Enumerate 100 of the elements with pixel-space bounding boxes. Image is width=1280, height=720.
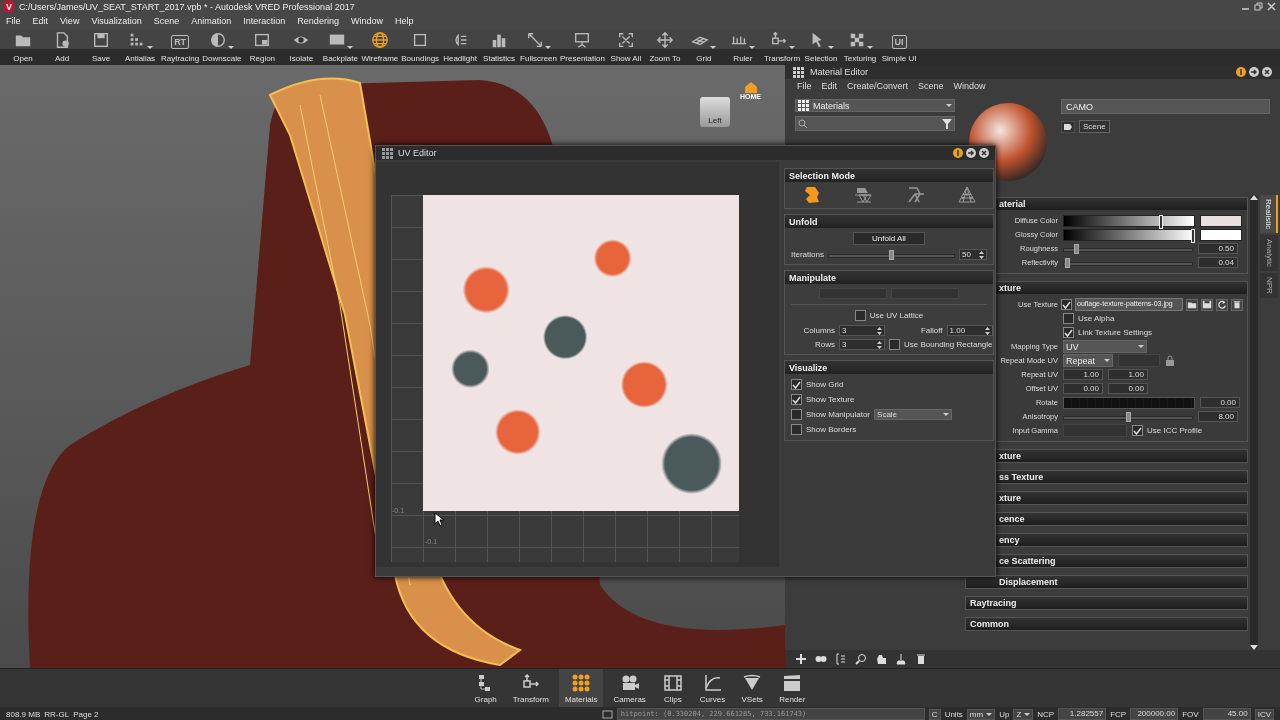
save-button[interactable] [1201, 298, 1213, 311]
mesh-cluster-icon[interactable] [853, 185, 873, 205]
double-circle-icon[interactable] [815, 653, 827, 665]
plus-icon[interactable] [795, 653, 807, 665]
toolbar-button[interactable]: Wireframe [360, 29, 400, 65]
toolbar-button[interactable]: Transform [762, 29, 802, 65]
section-header[interactable]: Raytracing [966, 597, 1247, 609]
checkbox[interactable] [791, 424, 802, 435]
checkbox[interactable] [889, 339, 900, 350]
color-swatch[interactable] [1200, 214, 1242, 227]
close-icon[interactable] [1267, 2, 1276, 11]
menu-item[interactable]: File [6, 16, 21, 26]
checkbox[interactable] [791, 409, 802, 420]
checkbox[interactable] [791, 379, 802, 390]
dock-button[interactable]: Clips [655, 669, 690, 707]
pin-icon[interactable] [953, 148, 963, 158]
toolbar-button[interactable]: Headlight [441, 29, 480, 65]
side-tab[interactable]: Analytic [1260, 235, 1278, 272]
slider-thumb[interactable] [1074, 243, 1079, 254]
spin-box[interactable]: 50 [959, 249, 987, 260]
menu-item[interactable]: Scene [918, 81, 944, 91]
slider-thumb[interactable] [1064, 257, 1070, 268]
toolbar-button[interactable]: Add [43, 29, 81, 65]
color-swatch[interactable] [1200, 228, 1242, 241]
dropdown[interactable]: Scale [874, 409, 953, 420]
pin-icon[interactable] [1236, 67, 1246, 77]
value-field[interactable]: 0.00 [1108, 383, 1148, 394]
menu-item[interactable]: View [60, 16, 80, 26]
checkbox[interactable] [1132, 425, 1143, 436]
checkbox[interactable] [1061, 299, 1072, 310]
bracket-icon[interactable] [835, 653, 847, 665]
toolbar-button[interactable]: Show All [606, 29, 645, 65]
value-field[interactable]: 1.282557 [1058, 708, 1107, 720]
library-dropdown[interactable]: Materials [795, 99, 955, 112]
tag-icon[interactable] [1061, 120, 1075, 133]
scene-button[interactable]: Scene [1079, 120, 1110, 133]
toolbar-button[interactable]: RT Raytracing [160, 29, 201, 65]
scrollbar[interactable] [1250, 195, 1258, 650]
slider-track[interactable] [827, 249, 955, 260]
menu-item[interactable]: Visualization [91, 16, 142, 26]
dropdown[interactable]: Z [1013, 708, 1034, 720]
dropdown[interactable]: Repeat [1063, 354, 1113, 367]
toolbar-button[interactable]: Fullscreen [519, 29, 558, 65]
spin-box[interactable]: 3 [839, 325, 885, 336]
dock-button[interactable]: Render [773, 669, 812, 707]
dock-button[interactable]: Graph [468, 669, 503, 707]
color-slider[interactable] [1063, 228, 1195, 241]
zoom-icon[interactable] [855, 653, 867, 665]
menu-item[interactable]: Window [350, 16, 383, 26]
close-icon[interactable] [979, 148, 989, 158]
toolbar-button[interactable]: Texturing [841, 29, 880, 65]
toolbar-button[interactable]: Boundings [400, 29, 441, 65]
rotation-dial[interactable] [1063, 396, 1195, 409]
edge-mesh-icon[interactable] [905, 185, 925, 205]
value-field[interactable]: 0.04 [1198, 257, 1238, 268]
view-cube[interactable]: Left [700, 97, 730, 127]
toolbar-button[interactable]: Antialias [121, 29, 159, 65]
arrow-icon[interactable] [1249, 67, 1259, 77]
slider-thumb[interactable] [889, 249, 895, 260]
toolbar-button[interactable]: Statistics [480, 29, 519, 65]
value-field[interactable]: 200000.00 [1130, 708, 1179, 720]
section-header[interactable]: Displacement [966, 576, 1247, 588]
close-icon[interactable] [1262, 67, 1272, 77]
delete-button[interactable] [1231, 298, 1243, 311]
value-field[interactable]: 8.00 [1198, 411, 1238, 422]
menu-item[interactable]: Interaction [243, 16, 286, 26]
toolbar-button[interactable]: Grid [684, 29, 723, 65]
checkbox[interactable] [1063, 327, 1074, 338]
toolbar-button[interactable]: Ruler [723, 29, 762, 65]
dock-button[interactable]: Transform [506, 669, 555, 707]
reload-button[interactable] [1216, 298, 1228, 311]
slider-track[interactable] [1063, 257, 1193, 268]
value-field[interactable]: 0.00 [1200, 397, 1240, 408]
menu-item[interactable]: Edit [32, 16, 49, 26]
c-button[interactable]: C [928, 708, 941, 720]
menu-item[interactable]: Create/Convert [847, 81, 909, 91]
slider-thumb[interactable] [1126, 411, 1131, 422]
toolbar-button[interactable]: Zoom To [645, 29, 684, 65]
value-field[interactable]: 1.00 [1063, 369, 1103, 380]
toolbar-button[interactable]: Downscale [201, 29, 243, 65]
checkbox[interactable] [791, 394, 802, 405]
value-field[interactable]: 1.00 [1108, 369, 1148, 380]
dock-button[interactable]: Cameras [607, 669, 652, 707]
menu-item[interactable]: Help [394, 16, 414, 26]
material-name-field[interactable]: CAMO [1061, 99, 1270, 114]
search-field[interactable] [795, 116, 955, 131]
value-field[interactable]: 45.00 [1202, 708, 1251, 720]
dropdown[interactable]: UV [1063, 340, 1147, 353]
menu-item[interactable]: File [797, 81, 812, 91]
toolbar-button[interactable]: Selection [802, 29, 841, 65]
toolbar-button[interactable]: Isolate [282, 29, 321, 65]
spin-box[interactable]: 1.00 [946, 325, 993, 336]
side-tab[interactable]: Realistic [1260, 195, 1278, 234]
side-tab[interactable]: NPR [1260, 273, 1278, 299]
toolbar-button[interactable]: Open [4, 29, 42, 65]
menu-item[interactable]: Window [953, 81, 986, 91]
slider-track[interactable] [1063, 411, 1193, 422]
menu-item[interactable]: Animation [191, 16, 232, 26]
checkbox[interactable] [854, 310, 866, 321]
toolbar-button[interactable]: UI Simple UI [880, 29, 919, 65]
